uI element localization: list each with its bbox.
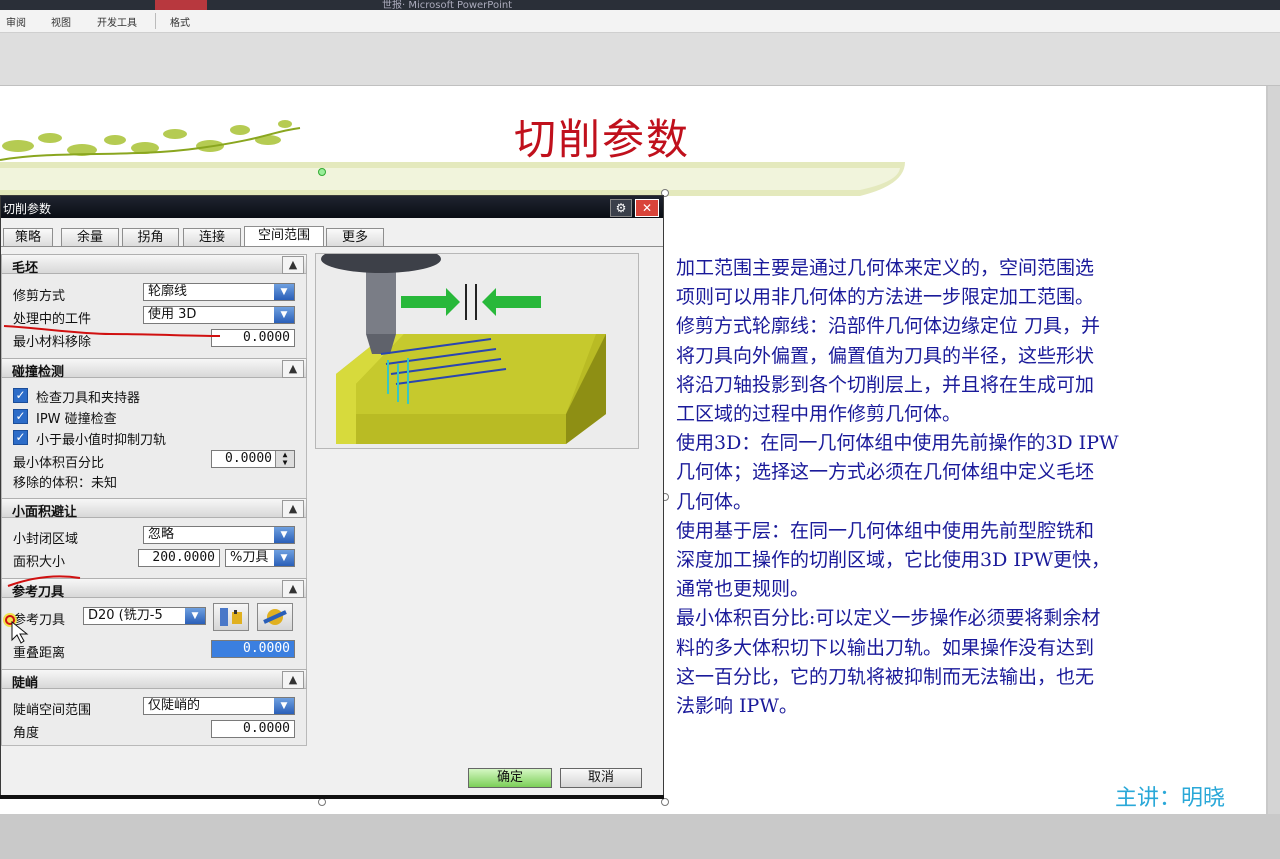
body-line: 将刀具向外偏置，偏置值为刀具的半径，这些形状: [676, 344, 1095, 367]
collapse-icon[interactable]: ▲: [282, 360, 304, 378]
chevron-down-icon: ▼: [274, 527, 294, 543]
resize-handle-br[interactable]: [661, 798, 669, 806]
angle-field[interactable]: 0.0000: [211, 720, 295, 738]
vertical-scrollbar[interactable]: [1268, 86, 1280, 814]
body-line: 法影响 IPW。: [676, 695, 798, 718]
slide-title: 切削参数: [514, 115, 691, 164]
resize-handle-b[interactable]: [318, 798, 326, 806]
tab-developer[interactable]: 开发工具: [97, 14, 137, 29]
chevron-down-icon: ▼: [274, 550, 294, 566]
overlap-field[interactable]: 0.0000: [211, 640, 295, 658]
collapse-icon[interactable]: ▲: [282, 671, 304, 689]
body-line: 几何体。: [676, 490, 753, 513]
tab-view[interactable]: 视图: [51, 14, 71, 29]
close-icon[interactable]: ✕: [635, 199, 659, 217]
section-title: 毛坯: [12, 261, 39, 276]
tab-connections[interactable]: 连接: [183, 228, 241, 246]
ref-tool-select[interactable]: D20 (铣刀-5 ▼: [83, 607, 206, 625]
tab-containment[interactable]: 空间范围: [244, 226, 324, 247]
containment-preview-image: [315, 245, 639, 449]
area-unit-select[interactable]: %刀具 ▼: [225, 549, 295, 567]
body-line: 工区域的过程中用作修剪几何体。: [676, 403, 962, 426]
slide-body-text: 加工范围主要是通过几何体来定义的，空间范围选 项则可以用非几何体的方法进一步限定…: [676, 254, 1236, 721]
ribbon-tabs: 审阅 视图 开发工具 格式: [0, 10, 1280, 33]
mouse-cursor-icon: [3, 613, 29, 644]
steep-range-select[interactable]: 仅陡峭的 ▼: [143, 697, 295, 715]
trim-select[interactable]: 轮廓线 ▼: [143, 283, 295, 301]
section-blank[interactable]: 毛坯 ▲: [1, 254, 307, 276]
chevron-down-icon: ▼: [185, 608, 205, 624]
collapse-icon[interactable]: ▲: [282, 256, 304, 274]
tab-divider: [1, 246, 663, 247]
body-line: 项则可以用非几何体的方法进一步限定加工范围。: [676, 286, 1095, 309]
contextual-tab-marker: [155, 0, 207, 10]
chevron-down-icon: ▼: [274, 284, 294, 300]
steep-range-label: 陡峭空间范围: [13, 703, 92, 718]
ok-button[interactable]: 确定: [468, 768, 552, 788]
tab-format[interactable]: 格式: [170, 14, 190, 29]
collapse-icon[interactable]: ▲: [282, 580, 304, 598]
dialog-bottom-border: [0, 795, 664, 799]
body-line: 使用基于层：在同一几何体组中使用先前型腔铣和: [676, 519, 1095, 542]
tab-strategy[interactable]: 策略: [3, 228, 53, 246]
body-line: 将沿刀轴投影到各个切削层上，并且将在生成可加: [676, 373, 1095, 396]
ribbon-body: [0, 33, 1280, 86]
angle-label: 角度: [13, 726, 40, 741]
window-titlebar: 世报· Microsoft PowerPoint: [0, 0, 1280, 11]
rotate-handle[interactable]: [318, 168, 326, 176]
body-line: 加工范围主要是通过几何体来定义的，空间范围选: [676, 257, 1095, 279]
tab-separator: [155, 13, 156, 29]
body-line: 几何体；选择这一方式必须在几何体组中定义毛坯: [676, 461, 1095, 484]
tab-review[interactable]: 审阅: [6, 14, 26, 29]
tool-edit-icon: [220, 608, 242, 626]
tab-corners[interactable]: 拐角: [122, 228, 179, 246]
body-line: 使用3D：在同一几何体组中使用先前操作的3D IPW: [676, 432, 1119, 455]
body-line: 最小体积百分比:可以定义一步操作必须要将剩余材: [676, 607, 1101, 630]
section-steep[interactable]: 陡峭 ▲: [1, 669, 307, 691]
body-line: 通常也更规则。: [676, 578, 810, 601]
body-line: 料的多大体积切下以输出刀轨。如果操作没有达到: [676, 636, 1095, 659]
floral-banner-decoration: [0, 120, 905, 196]
cancel-button[interactable]: 取消: [560, 768, 642, 788]
collapse-icon[interactable]: ▲: [282, 500, 304, 518]
gear-icon[interactable]: ⚙: [610, 199, 632, 217]
speaker-credit: 主讲：明晓: [1115, 786, 1226, 811]
red-annotation-strokes: [3, 325, 221, 587]
body-line: 深度加工操作的切削区域，它比使用3D IPW更快，: [676, 549, 1111, 572]
section-title: 陡峭: [12, 676, 39, 691]
spinner-icon[interactable]: ▲ ▼: [275, 451, 294, 467]
dialog-title: 切削参数: [3, 202, 52, 216]
new-tool-button[interactable]: [257, 603, 293, 631]
tab-more[interactable]: 更多: [326, 228, 384, 246]
body-line: 修剪方式轮廓线：沿部件几何体边缘定位 刀具，并: [676, 315, 1101, 338]
chevron-down-icon: ▼: [274, 698, 294, 714]
milling-diagram: [316, 245, 638, 448]
body-line: 这一百分比，它的刀轨将被抑制而无法输出，也无: [676, 665, 1095, 688]
dialog-titlebar: 切削参数 ⚙ ✕: [1, 196, 663, 218]
tab-stock[interactable]: 余量: [61, 228, 119, 246]
tool-create-icon: [263, 609, 287, 625]
chevron-down-icon: ▼: [274, 307, 294, 323]
edit-tool-button[interactable]: [213, 603, 249, 631]
